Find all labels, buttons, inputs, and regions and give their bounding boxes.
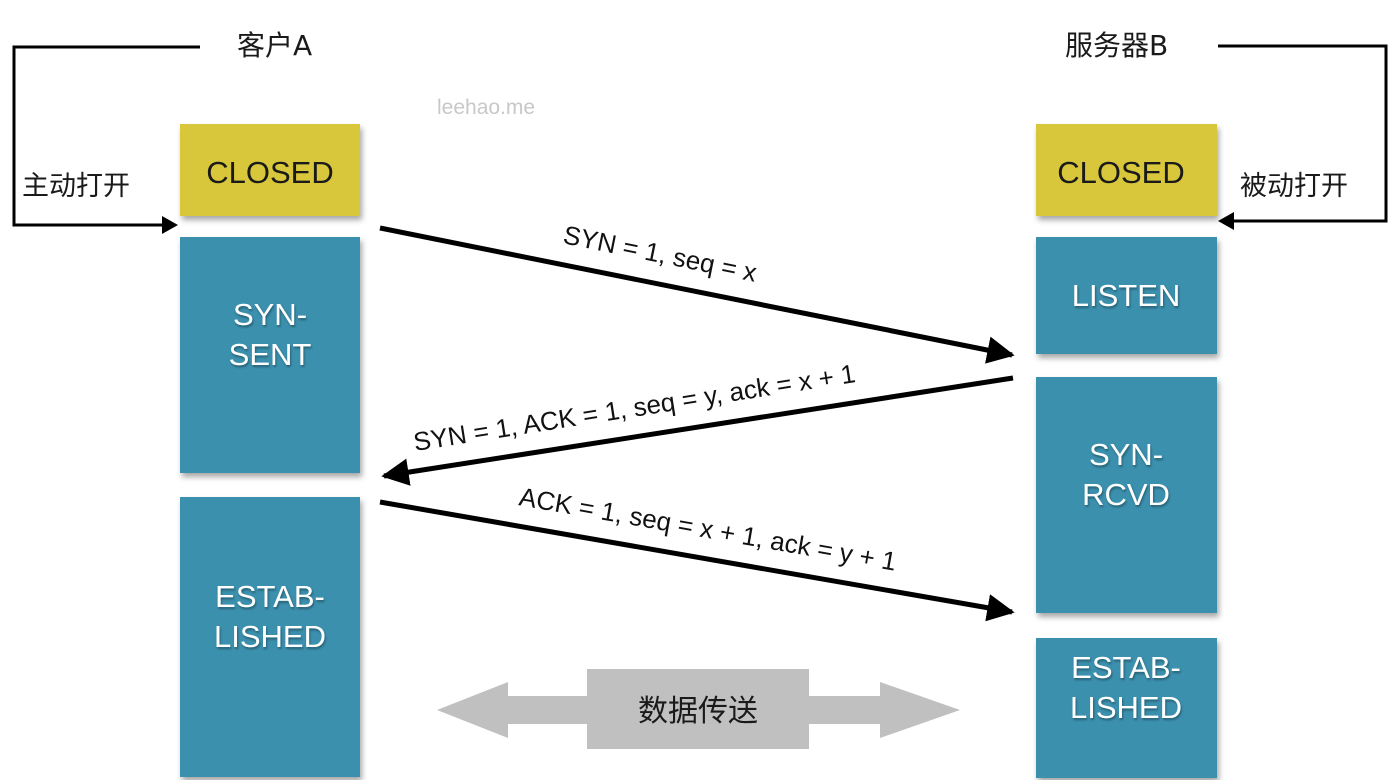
syn-ack-label: SYN = 1, ACK = 1, seq = y, ack = x + 1 (411, 358, 857, 457)
state-label-line: LISHED (214, 619, 326, 654)
data-transfer-label: 数据传送 (638, 694, 758, 729)
syn-label: SYN = 1, seq = x (561, 219, 760, 287)
client-active-open-connector: 主动打开 (12, 45, 200, 234)
data-transfer: 数据传送 (437, 669, 960, 749)
client-state-syn-sent: SYN- SENT (180, 237, 360, 473)
state-label: CLOSED (206, 155, 333, 190)
server-state-syn-rcvd: SYN- RCVD (1036, 377, 1217, 613)
active-open-arrowhead-icon (162, 216, 178, 234)
watermark: leehao.me (437, 96, 535, 119)
state-label-line: SYN- (233, 297, 307, 332)
active-open-label: 主动打开 (22, 171, 130, 202)
message-syn: SYN = 1, seq = x (379, 219, 1015, 364)
client-state-established: ESTAB- LISHED (180, 497, 360, 777)
state-label: LISTEN (1072, 278, 1181, 313)
server-title: 服务器B (1065, 29, 1168, 62)
state-label-line: CLOSED (206, 155, 333, 190)
state-label-line: SENT (229, 337, 312, 372)
client-states: CLOSED SYN- SENT ESTAB- LISHED (180, 124, 360, 777)
ack-label: ACK = 1, seq = x + 1, ack = y + 1 (517, 481, 899, 576)
message-ack: ACK = 1, seq = x + 1, ack = y + 1 (379, 481, 1015, 622)
state-label: CLOSED (1057, 155, 1184, 190)
state-label-line: CLOSED (1057, 155, 1184, 190)
state-label-line: LISHED (1070, 690, 1182, 725)
state-label-line: ESTAB- (215, 579, 325, 614)
passive-open-label: 被动打开 (1240, 171, 1348, 202)
server-state-closed: CLOSED (1036, 124, 1217, 216)
server-state-listen: LISTEN (1036, 237, 1217, 354)
client-title: 客户A (237, 29, 312, 62)
client-state-closed: CLOSED (180, 124, 360, 216)
server-states: CLOSED LISTEN SYN- RCVD ESTAB- LISHED (1036, 124, 1217, 778)
message-syn-ack: SYN = 1, ACK = 1, seq = y, ack = x + 1 (381, 358, 1014, 486)
server-state-established: ESTAB- LISHED (1036, 638, 1217, 778)
state-label-line: ESTAB- (1071, 650, 1181, 685)
state-label-line: RCVD (1082, 477, 1170, 512)
passive-open-arrowhead-icon (1218, 212, 1234, 230)
state-label-line: LISTEN (1072, 278, 1181, 313)
tcp-handshake-diagram: 客户A 服务器B leehao.me 主动打开 被动打开 CLOSED SYN-… (12, 29, 1388, 778)
left-arrow-icon (437, 682, 587, 738)
server-passive-open-connector: 被动打开 (1218, 44, 1388, 230)
right-arrow-icon (809, 682, 960, 738)
state-label-line: SYN- (1089, 437, 1163, 472)
